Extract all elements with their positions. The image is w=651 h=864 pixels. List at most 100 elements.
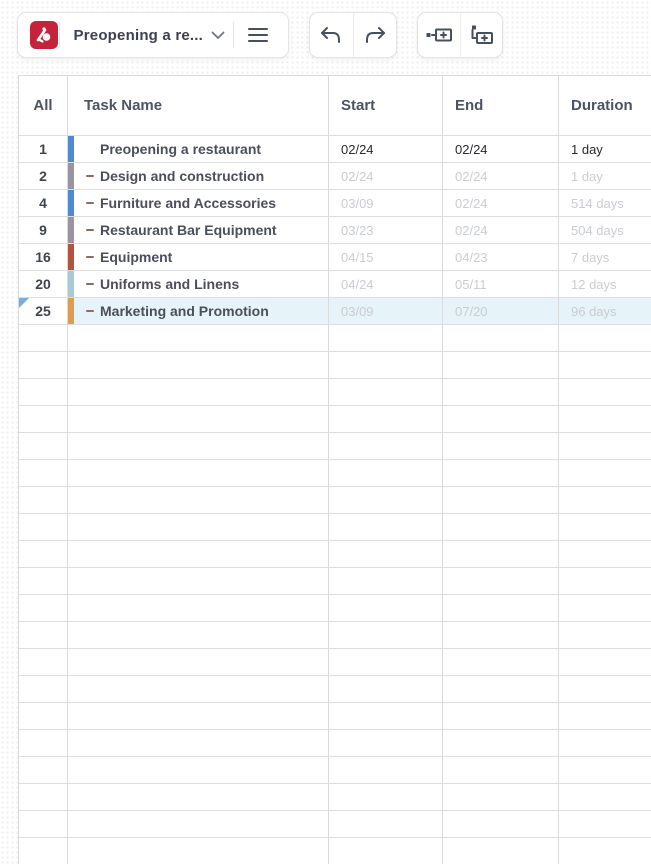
empty-number-cell [19,757,68,784]
empty-row [19,649,651,676]
empty-number-cell [19,811,68,838]
duration-cell[interactable]: 12 days [559,271,651,298]
task-color-bar [68,298,74,324]
chevron-down-icon [211,31,225,39]
collapse-toggle-icon[interactable] [86,256,94,258]
header-all[interactable]: All [19,76,68,136]
empty-number-cell [19,730,68,757]
empty-number-cell [19,325,68,352]
end-date-cell[interactable]: 02/24 [443,136,559,163]
task-color-bar [68,136,74,162]
empty-end-cell [443,703,559,730]
row-number-cell[interactable]: 25 [19,298,68,325]
app-logo-button[interactable] [30,21,59,49]
task-name-cell[interactable]: Design and construction [68,163,329,190]
empty-task-cell [68,433,329,460]
start-date-cell[interactable]: 02/24 [329,136,443,163]
empty-row [19,352,651,379]
task-row: 16 Equipment 04/15 04/23 7 days [19,244,651,271]
empty-start-cell [329,622,443,649]
start-date-cell[interactable]: 03/09 [329,298,443,325]
empty-end-cell [443,757,559,784]
row-number-cell[interactable]: 16 [19,244,68,271]
empty-end-cell [443,352,559,379]
empty-duration-cell [559,541,651,568]
empty-end-cell [443,541,559,568]
empty-row [19,811,651,838]
end-date-cell[interactable]: 02/24 [443,217,559,244]
row-number-cell[interactable]: 20 [19,271,68,298]
task-name-cell[interactable]: Preopening a restaurant [68,136,329,163]
duration-cell[interactable]: 1 day [559,136,651,163]
redo-icon [365,27,385,43]
duration-cell[interactable]: 7 days [559,244,651,271]
empty-task-cell [68,757,329,784]
task-name-cell[interactable]: Uniforms and Linens [68,271,329,298]
collapse-toggle-icon[interactable] [86,202,94,204]
task-name-cell[interactable]: Equipment [68,244,329,271]
collapse-toggle-icon[interactable] [86,229,94,231]
header-task-name[interactable]: Task Name [68,76,329,136]
header-start[interactable]: Start [329,76,443,136]
empty-start-cell [329,433,443,460]
redo-button[interactable] [354,13,397,57]
collapse-toggle-icon[interactable] [86,175,94,177]
history-toolbar-group [309,12,397,58]
task-table: All Task Name Start End Duration 1 Preop… [18,75,651,864]
empty-duration-cell [559,514,651,541]
empty-start-cell [329,595,443,622]
empty-duration-cell [559,730,651,757]
collapse-toggle-icon[interactable] [86,310,94,312]
end-date-cell[interactable]: 02/24 [443,163,559,190]
empty-end-cell [443,676,559,703]
task-name-cell[interactable]: Restaurant Bar Equipment [68,217,329,244]
row-number-cell[interactable]: 9 [19,217,68,244]
empty-number-cell [19,622,68,649]
undo-icon [321,27,341,43]
end-date-cell[interactable]: 02/24 [443,190,559,217]
empty-end-cell [443,649,559,676]
duration-cell[interactable]: 1 day [559,163,651,190]
document-title-dropdown[interactable]: Preopening a re... [60,27,233,44]
document-title: Preopening a re... [73,26,203,44]
empty-row [19,514,651,541]
empty-duration-cell [559,757,651,784]
duration-cell[interactable]: 96 days [559,298,651,325]
row-number-cell[interactable]: 2 [19,163,68,190]
row-number-cell[interactable]: 1 [19,136,68,163]
task-name-cell[interactable]: Furniture and Accessories [68,190,329,217]
empty-task-cell [68,784,329,811]
empty-task-cell [68,811,329,838]
collapse-toggle-icon[interactable] [86,283,94,285]
empty-row [19,730,651,757]
undo-button[interactable] [310,13,353,57]
empty-number-cell [19,676,68,703]
duration-cell[interactable]: 504 days [559,217,651,244]
insert-subtask-button[interactable] [461,13,503,57]
row-number-cell[interactable]: 4 [19,190,68,217]
start-date-cell[interactable]: 03/09 [329,190,443,217]
insert-task-icon [426,28,452,42]
task-color-bar [68,244,74,270]
task-color-bar [68,271,74,297]
menu-button[interactable] [234,13,282,57]
start-date-cell[interactable]: 04/24 [329,271,443,298]
duration-cell[interactable]: 514 days [559,190,651,217]
start-date-cell[interactable]: 04/15 [329,244,443,271]
table-header-row: All Task Name Start End Duration [19,76,651,136]
end-date-cell[interactable]: 04/23 [443,244,559,271]
insert-task-button[interactable] [418,13,460,57]
start-date-cell[interactable]: 03/23 [329,217,443,244]
end-date-cell[interactable]: 07/20 [443,298,559,325]
header-end[interactable]: End [443,76,559,136]
empty-number-cell [19,568,68,595]
empty-task-cell [68,487,329,514]
empty-task-cell [68,676,329,703]
start-date-cell[interactable]: 02/24 [329,163,443,190]
task-name-cell[interactable]: Marketing and Promotion [68,298,329,325]
empty-task-cell [68,730,329,757]
header-duration[interactable]: Duration [559,76,651,136]
empty-duration-cell [559,433,651,460]
empty-task-cell [68,325,329,352]
end-date-cell[interactable]: 05/11 [443,271,559,298]
